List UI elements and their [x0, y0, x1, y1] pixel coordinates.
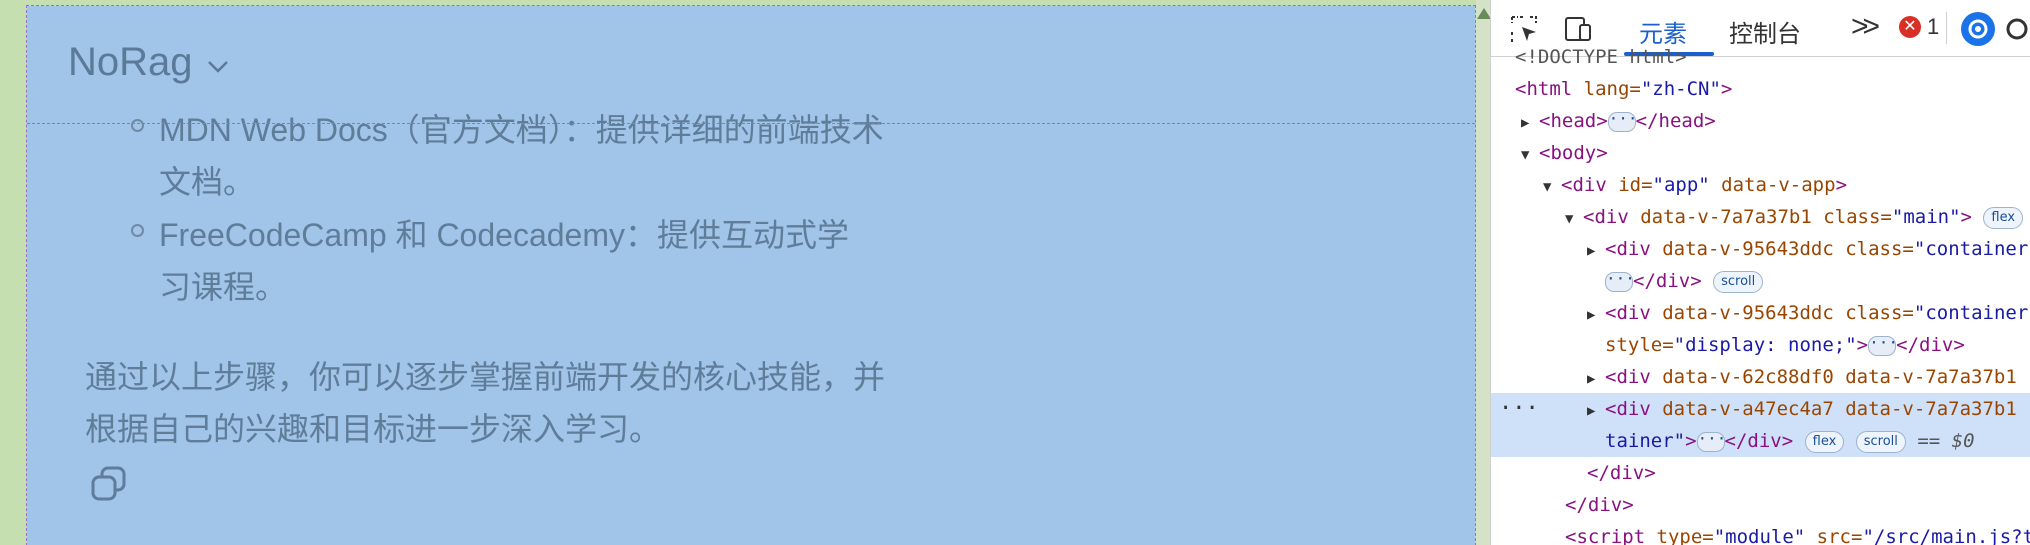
collapsed-content-pill[interactable]: ···: [1607, 110, 1638, 132]
more-options-icon[interactable]: ···: [1499, 393, 1539, 425]
scroll-up-arrow-icon[interactable]: [1477, 8, 1491, 19]
collapse-triangle-icon[interactable]: ▼: [1543, 171, 1561, 203]
tree-line-container-1-cont[interactable]: ···</div> scroll: [1491, 265, 2030, 297]
chevron-down-icon: [207, 60, 228, 73]
tree-line-selected[interactable]: ··· ▶ <div data-v-a47ec4a7 data-v-7a7a37b…: [1491, 393, 2030, 425]
customize-devtools-icon[interactable]: [2003, 14, 2030, 44]
tree-line-body[interactable]: ▼ <body>: [1491, 137, 2030, 169]
selected-node-ref: == $0: [1917, 430, 1975, 452]
tree-line-container-2-cont[interactable]: style="display: none;">···</div>: [1491, 329, 2030, 361]
flex-badge[interactable]: flex: [1804, 430, 1845, 453]
devtools-panel: 元素 控制台 >> ✕ 1 <!DOCTYPE html> <html lang…: [1490, 0, 2030, 545]
collapse-triangle-icon[interactable]: ▼: [1521, 139, 1539, 171]
tree-line-script[interactable]: <script type="module" src="/src/main.js?…: [1491, 521, 2030, 545]
flex-badge[interactable]: flex: [1983, 206, 2024, 229]
more-tabs-button[interactable]: >>: [1851, 10, 1880, 44]
dom-tree: <!DOCTYPE html> <html lang="zh-CN"> ▶ <he…: [1491, 46, 2030, 545]
inspect-element-icon[interactable]: [1509, 14, 1539, 44]
error-count: 1: [1927, 14, 1940, 39]
expand-triangle-icon[interactable]: ▶: [1587, 363, 1605, 395]
collapsed-content-pill[interactable]: ···: [1868, 334, 1898, 356]
inspected-element-highlight: MDN Web Docs（官方文档）：提供详细的前端技术 文档。 FreeCod…: [26, 5, 1476, 545]
panel-divider[interactable]: [1476, 0, 1491, 545]
expand-triangle-icon[interactable]: ▶: [1587, 395, 1605, 427]
scroll-badge[interactable]: scroll: [1855, 430, 1906, 453]
tree-line-doctype[interactable]: <!DOCTYPE html>: [1491, 41, 2030, 73]
tree-line-close-app[interactable]: </div>: [1491, 489, 2030, 521]
expand-triangle-icon[interactable]: ▶: [1587, 235, 1605, 267]
tree-line-head[interactable]: ▶ <head>···</head>: [1491, 105, 2030, 137]
error-count-badge[interactable]: ✕ 1: [1899, 14, 1939, 40]
list-bullet: [131, 224, 144, 237]
list-item-text: FreeCodeCamp 和 Codecademy：提供互动式学 习课程。: [159, 217, 849, 305]
expand-triangle-icon[interactable]: ▶: [1521, 107, 1539, 139]
error-icon: ✕: [1899, 16, 1921, 38]
brand-dropdown[interactable]: NoRag: [68, 40, 229, 85]
page-viewport: MDN Web Docs（官方文档）：提供详细的前端技术 文档。 FreeCod…: [0, 0, 1490, 545]
expand-triangle-icon[interactable]: ▶: [1587, 299, 1605, 331]
tree-line-html[interactable]: <html lang="zh-CN">: [1491, 73, 2030, 105]
collapsed-content-pill[interactable]: ···: [1696, 430, 1726, 452]
device-toolbar-icon[interactable]: [1563, 14, 1593, 44]
tree-line-selected-cont[interactable]: tainer">···</div> flex scroll == $0: [1491, 425, 2030, 457]
toolbar-separator: [1946, 12, 1947, 44]
collapse-triangle-icon[interactable]: ▼: [1565, 203, 1583, 235]
app-header: NoRag: [27, 6, 1475, 124]
scroll-badge[interactable]: scroll: [1713, 270, 1764, 293]
answer-paragraph: 通过以上步骤，你可以逐步掌握前端开发的核心技能，并 根据自己的兴趣和目标进一步深…: [85, 359, 886, 447]
tree-line-main[interactable]: ▼ <div data-v-7a7a37b1 class="main"> flex: [1491, 201, 2030, 233]
tree-line-component[interactable]: ▶ <div data-v-62c88df0 data-v-7a7a37b1: [1491, 361, 2030, 393]
brand-title: NoRag: [68, 40, 193, 84]
tree-line-container-2[interactable]: ▶ <div data-v-95643ddc class="container: [1491, 297, 2030, 329]
tree-line-app[interactable]: ▼ <div id="app" data-v-app>: [1491, 169, 2030, 201]
collapsed-content-pill[interactable]: ···: [1605, 270, 1635, 292]
tree-line-close-main[interactable]: </div>: [1491, 457, 2030, 489]
tree-line-container-1[interactable]: ▶ <div data-v-95643ddc class="container: [1491, 233, 2030, 265]
copy-icon[interactable]: [89, 464, 129, 504]
